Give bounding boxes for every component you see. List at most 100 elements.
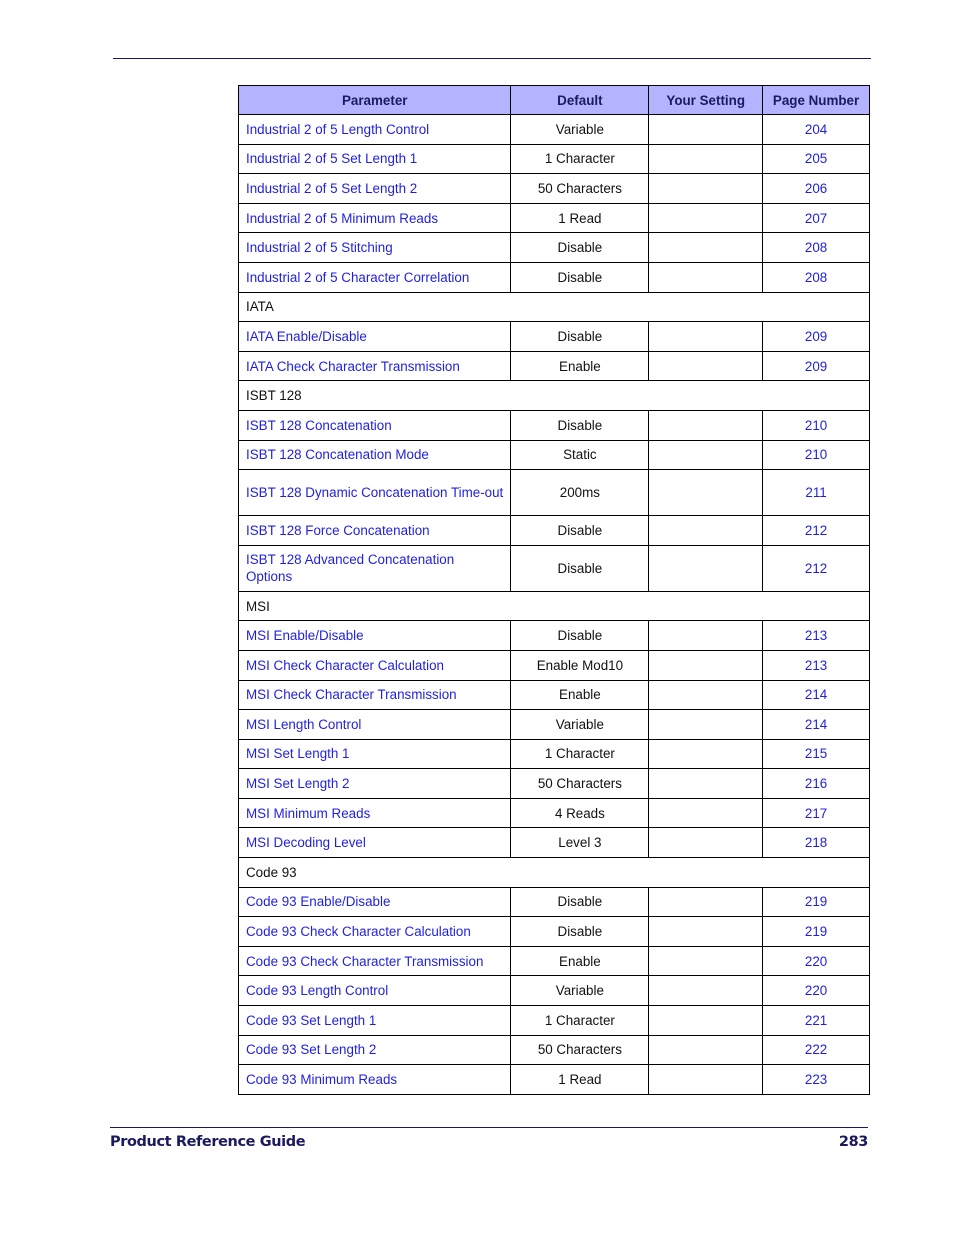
your-setting-cell[interactable] bbox=[648, 827, 764, 859]
table-row: Code 93 Check Character Transmission Enab… bbox=[237, 945, 870, 977]
your-setting-cell[interactable] bbox=[648, 1064, 764, 1095]
table-header-row: Parameter Default Your Setting Page Numb… bbox=[237, 85, 870, 115]
table-row: ISBT 128 Concatenation Disable 210 bbox=[237, 409, 870, 441]
parameter-link[interactable]: Industrial 2 of 5 Character Correlation bbox=[237, 261, 512, 293]
your-setting-cell[interactable] bbox=[648, 916, 764, 947]
parameter-link[interactable]: Code 93 Set Length 1 bbox=[237, 1005, 512, 1036]
table-row: Code 93 Enable/Disable Disable 219 bbox=[237, 886, 870, 918]
your-setting-cell[interactable] bbox=[648, 797, 764, 829]
your-setting-cell[interactable] bbox=[648, 409, 764, 441]
your-setting-cell[interactable] bbox=[648, 261, 764, 293]
table-row: ISBT 128 Advanced Concatenation Options D… bbox=[237, 544, 870, 592]
parameter-link[interactable]: Industrial 2 of 5 Set Length 2 bbox=[237, 173, 512, 204]
page-number-link[interactable]: 219 bbox=[762, 886, 870, 918]
table-row: Industrial 2 of 5 Character Correlation D… bbox=[237, 261, 870, 293]
page-number-link[interactable]: 209 bbox=[762, 350, 870, 382]
your-setting-cell[interactable] bbox=[648, 143, 764, 175]
table-row: MSI Length Control Variable 214 bbox=[237, 709, 870, 740]
page-number-link[interactable]: 208 bbox=[762, 232, 870, 263]
your-setting-cell[interactable] bbox=[648, 544, 764, 592]
page-number-link[interactable]: 213 bbox=[762, 649, 870, 681]
your-setting-cell[interactable] bbox=[648, 1034, 764, 1066]
parameter-link[interactable]: MSI Set Length 1 bbox=[237, 738, 512, 770]
page-number-link[interactable]: 215 bbox=[762, 738, 870, 770]
table-row: Code 93 Minimum Reads 1 Read 223 bbox=[237, 1064, 870, 1095]
your-setting-cell[interactable] bbox=[648, 1005, 764, 1036]
parameter-link[interactable]: Industrial 2 of 5 Length Control bbox=[237, 114, 512, 145]
page-number-link[interactable]: 204 bbox=[762, 114, 870, 145]
parameter-link[interactable]: MSI Check Character Transmission bbox=[237, 679, 512, 711]
parameter-link[interactable]: Code 93 Length Control bbox=[237, 975, 512, 1007]
your-setting-cell[interactable] bbox=[648, 469, 764, 517]
table-row: MSI Set Length 2 50 Characters 216 bbox=[237, 768, 870, 799]
your-setting-cell[interactable] bbox=[648, 439, 764, 471]
page-number-link[interactable]: 207 bbox=[762, 202, 870, 234]
parameter-link[interactable]: MSI Decoding Level bbox=[237, 827, 512, 859]
parameter-link[interactable]: IATA Enable/Disable bbox=[237, 321, 512, 352]
table-row: Industrial 2 of 5 Set Length 2 50 Charact… bbox=[237, 173, 870, 204]
parameter-link[interactable]: Code 93 Set Length 2 bbox=[237, 1034, 512, 1066]
your-setting-cell[interactable] bbox=[648, 173, 764, 204]
your-setting-cell[interactable] bbox=[648, 620, 764, 651]
parameter-link[interactable]: ISBT 128 Concatenation Mode bbox=[237, 439, 512, 471]
table-row: MSI Decoding Level Level 3 218 bbox=[237, 827, 870, 859]
page-number-link[interactable]: 210 bbox=[762, 409, 870, 441]
page-number-link[interactable]: 220 bbox=[762, 975, 870, 1007]
page-number-link[interactable]: 213 bbox=[762, 620, 870, 651]
parameter-link[interactable]: MSI Length Control bbox=[237, 709, 512, 740]
parameter-link[interactable]: Code 93 Check Character Calculation bbox=[237, 916, 512, 947]
parameter-link[interactable]: Industrial 2 of 5 Stitching bbox=[237, 232, 512, 263]
page-number-link[interactable]: 220 bbox=[762, 945, 870, 977]
parameter-link[interactable]: Code 93 Minimum Reads bbox=[237, 1064, 512, 1095]
parameter-link[interactable]: IATA Check Character Transmission bbox=[237, 350, 512, 382]
table-row: Industrial 2 of 5 Stitching Disable 208 bbox=[237, 232, 870, 263]
page-number-link[interactable]: 216 bbox=[762, 768, 870, 799]
parameter-link[interactable]: Code 93 Check Character Transmission bbox=[237, 945, 512, 977]
default-value: Disable bbox=[510, 515, 650, 546]
page-number-link[interactable]: 217 bbox=[762, 797, 870, 829]
your-setting-cell[interactable] bbox=[648, 350, 764, 382]
your-setting-cell[interactable] bbox=[648, 738, 764, 770]
your-setting-cell[interactable] bbox=[648, 515, 764, 546]
parameter-link[interactable]: ISBT 128 Force Concatenation bbox=[237, 515, 512, 546]
parameter-link[interactable]: MSI Set Length 2 bbox=[237, 768, 512, 799]
your-setting-cell[interactable] bbox=[648, 321, 764, 352]
your-setting-cell[interactable] bbox=[648, 768, 764, 799]
your-setting-cell[interactable] bbox=[648, 886, 764, 918]
page-number-link[interactable]: 211 bbox=[762, 469, 870, 517]
page-number-link[interactable]: 219 bbox=[762, 916, 870, 947]
parameter-link[interactable]: Industrial 2 of 5 Set Length 1 bbox=[237, 143, 512, 175]
page-number-link[interactable]: 210 bbox=[762, 439, 870, 471]
your-setting-cell[interactable] bbox=[648, 114, 764, 145]
your-setting-cell[interactable] bbox=[648, 975, 764, 1007]
page-number-link[interactable]: 206 bbox=[762, 173, 870, 204]
parameter-link[interactable]: ISBT 128 Concatenation bbox=[237, 409, 512, 441]
page-number-link[interactable]: 214 bbox=[762, 709, 870, 740]
page-number-link[interactable]: 205 bbox=[762, 143, 870, 175]
page-number-link[interactable]: 218 bbox=[762, 827, 870, 859]
parameter-link[interactable]: ISBT 128 Advanced Concatenation Options bbox=[237, 544, 512, 592]
page-number-link[interactable]: 212 bbox=[762, 544, 870, 592]
your-setting-cell[interactable] bbox=[648, 649, 764, 681]
parameter-link[interactable]: MSI Check Character Calculation bbox=[237, 649, 512, 681]
page-number-link[interactable]: 214 bbox=[762, 679, 870, 711]
page-number-link[interactable]: 209 bbox=[762, 321, 870, 352]
parameter-link[interactable]: MSI Enable/Disable bbox=[237, 620, 512, 651]
section-label: Code 93 bbox=[238, 857, 870, 888]
page-number-link[interactable]: 223 bbox=[762, 1064, 870, 1095]
page-number-link[interactable]: 222 bbox=[762, 1034, 870, 1066]
your-setting-cell[interactable] bbox=[648, 232, 764, 263]
parameter-link[interactable]: ISBT 128 Dynamic Concatenation Time-out bbox=[237, 469, 512, 517]
your-setting-cell[interactable] bbox=[648, 945, 764, 977]
parameter-link[interactable]: Code 93 Enable/Disable bbox=[237, 886, 512, 918]
parameter-link[interactable]: Industrial 2 of 5 Minimum Reads bbox=[237, 202, 512, 234]
default-value: Disable bbox=[510, 544, 650, 592]
default-value: 50 Characters bbox=[510, 173, 650, 204]
your-setting-cell[interactable] bbox=[648, 202, 764, 234]
parameter-link[interactable]: MSI Minimum Reads bbox=[237, 797, 512, 829]
your-setting-cell[interactable] bbox=[648, 709, 764, 740]
page-number-link[interactable]: 221 bbox=[762, 1005, 870, 1036]
page-number-link[interactable]: 208 bbox=[762, 261, 870, 293]
your-setting-cell[interactable] bbox=[648, 679, 764, 711]
page-number-link[interactable]: 212 bbox=[762, 515, 870, 546]
